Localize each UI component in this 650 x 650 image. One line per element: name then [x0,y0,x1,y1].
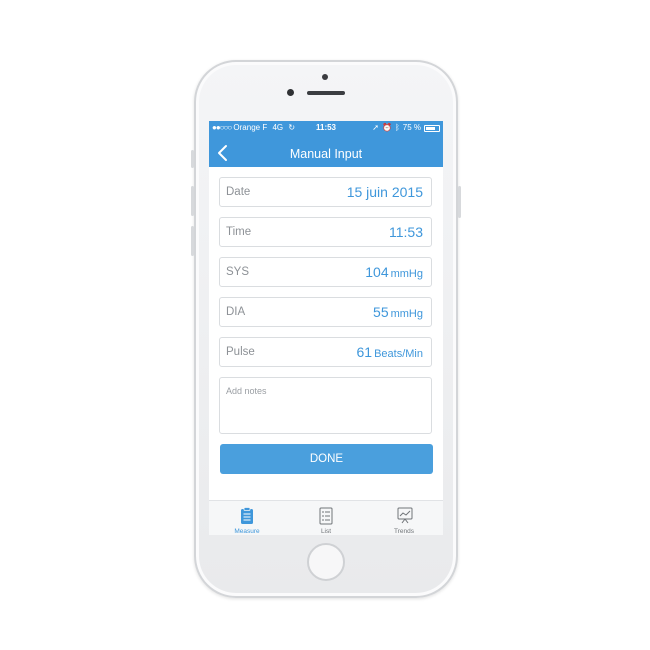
status-right: ➚ ⏰ ᛒ 75 % [372,121,440,135]
trends-chart-icon [397,507,413,524]
alarm-icon: ⏰ [381,123,392,132]
tab-trends[interactable]: Trends [374,501,434,535]
manual-input-form: Date 15 juin 2015 Time 11:53 SYS 104 mmHg… [209,167,443,500]
dia-label: DIA [226,306,246,318]
nav-bar: Manual Input [209,135,443,167]
front-camera [287,89,294,96]
tab-measure[interactable]: Measure [217,501,277,535]
tab-list[interactable]: List [296,501,356,535]
date-value: 15 juin 2015 [346,184,423,200]
proximity-sensor [322,74,328,80]
clipboard-icon [241,507,253,524]
sys-value: 104 mmHg [365,264,423,280]
date-label: Date [226,186,251,198]
power-button [458,186,461,218]
home-button[interactable] [307,543,345,581]
date-field[interactable]: Date 15 juin 2015 [219,177,432,207]
time-field[interactable]: Time 11:53 [219,217,432,247]
location-icon: ➚ [372,123,379,132]
time-value: 11:53 [389,224,423,240]
dia-field[interactable]: DIA 55 mmHg [219,297,432,327]
tab-bar: Measure List Trends [209,500,443,535]
mute-switch [191,150,194,168]
sys-field[interactable]: SYS 104 mmHg [219,257,432,287]
bluetooth-icon: ᛒ [394,123,400,132]
battery-percent: 75 % [402,123,421,132]
sys-label: SYS [226,266,250,278]
list-icon [319,507,333,525]
time-label: Time [226,226,252,238]
battery-fill [426,126,435,130]
volume-up-button [191,186,194,216]
sys-unit: mmHg [390,268,423,280]
pulse-unit: Beats/Min [374,348,423,360]
volume-down-button [191,226,194,256]
notes-placeholder: Add notes [226,386,267,396]
dia-value: 55 mmHg [373,304,423,320]
notes-textarea[interactable]: Add notes [219,377,432,434]
pulse-value: 61 Beats/Min [356,344,424,360]
dia-unit: mmHg [390,308,423,320]
status-bar: ●●○○○ Orange F 4G ↻ 11:53 ➚ ⏰ ᛒ 75 % [209,121,443,135]
tab-trends-label: Trends [394,528,414,535]
earpiece-speaker [307,91,345,95]
phone-screen: ●●○○○ Orange F 4G ↻ 11:53 ➚ ⏰ ᛒ 75 % Man… [209,121,443,535]
battery-icon [424,124,440,132]
tab-measure-label: Measure [234,528,260,535]
tab-list-label: List [320,528,332,535]
pulse-field[interactable]: Pulse 61 Beats/Min [219,337,432,367]
pulse-label: Pulse [226,346,255,358]
done-button[interactable]: DONE [220,444,433,474]
